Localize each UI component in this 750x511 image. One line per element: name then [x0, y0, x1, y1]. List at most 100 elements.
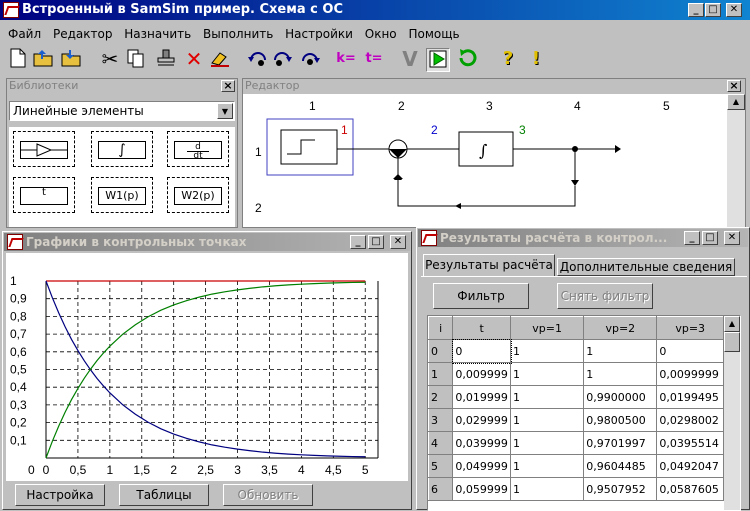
table-cell[interactable]: 0,029999: [452, 408, 512, 432]
new-file-icon[interactable]: [6, 48, 30, 72]
table-cell[interactable]: 0,049999: [452, 454, 512, 478]
tab-additional-info[interactable]: Дополнительные сведения: [557, 258, 735, 276]
tab-results[interactable]: Результаты расчёта: [423, 254, 555, 276]
transfer-w1-block[interactable]: W1(p): [91, 177, 153, 213]
table-cell[interactable]: 1: [583, 362, 658, 386]
editor-close-button[interactable]: ×: [727, 80, 741, 92]
table-cell[interactable]: 0,0492047: [656, 454, 724, 478]
results-minimize-button[interactable]: _: [684, 231, 700, 245]
amplifier-block[interactable]: [13, 131, 75, 167]
filter-button[interactable]: Фильтр: [433, 283, 529, 309]
check-icon[interactable]: V: [398, 48, 422, 72]
table-cell[interactable]: 0,009999: [452, 362, 512, 386]
menu-assign[interactable]: Назначить: [120, 24, 195, 44]
table-row[interactable]: 6 0,059999 1 0,9507952 0,0587605: [428, 477, 724, 501]
column-header-i[interactable]: i: [428, 316, 454, 340]
table-cell[interactable]: 0,9701997: [583, 431, 658, 455]
table-row[interactable]: 2 0,019999 1 0,9900000 0,0199495: [428, 385, 724, 409]
main-titlebar[interactable]: Встроенный в SamSim пример. Схема с ОС _…: [0, 0, 750, 20]
table-cell[interactable]: 0,0199495: [656, 385, 724, 409]
table-cell[interactable]: 0,019999: [452, 385, 512, 409]
table-cell[interactable]: 1: [510, 339, 585, 363]
info-icon[interactable]: !: [524, 48, 548, 72]
differentiator-block[interactable]: d dt: [167, 131, 229, 167]
results-close-button[interactable]: ✕: [724, 231, 740, 245]
column-header-vp2[interactable]: vp=2: [583, 316, 658, 340]
table-cell[interactable]: 0,9507952: [583, 477, 658, 501]
save-folder-icon[interactable]: [60, 48, 84, 72]
table-cell[interactable]: 0,0298002: [656, 408, 724, 432]
menu-settings[interactable]: Настройки: [281, 24, 357, 44]
results-titlebar[interactable]: Результаты расчёта в контрол... _ □ ✕: [418, 229, 748, 247]
rotate-both-icon[interactable]: [298, 48, 322, 72]
graphs-minimize-button[interactable]: _: [350, 235, 366, 249]
menu-file[interactable]: Файл: [4, 24, 45, 44]
delay-block[interactable]: t: [13, 177, 75, 213]
integrator-block[interactable]: ∫: [91, 131, 153, 167]
graphs-titlebar[interactable]: Графики в контрольных точках _ □ ✕: [4, 233, 410, 251]
transfer-w2-block[interactable]: W2(p): [167, 177, 229, 213]
table-cell[interactable]: 0,9800500: [583, 408, 658, 432]
graph-area[interactable]: 0 0,5 1 1,5 2 2,5 3 3,5 4 4,5 5 0,1 0,2 0,3 0,4 0,5 0,6 0…: [6, 253, 408, 481]
refresh-button[interactable]: Обновить: [223, 484, 313, 506]
menu-help[interactable]: Помощь: [404, 24, 463, 44]
scroll-up-icon[interactable]: ▲: [727, 94, 745, 110]
minimize-button[interactable]: _: [688, 3, 704, 17]
results-scroll-up-icon[interactable]: ▲: [724, 316, 740, 332]
graphs-maximize-button[interactable]: □: [368, 235, 384, 249]
paste-stamp-icon[interactable]: [154, 48, 178, 72]
open-folder-icon[interactable]: [32, 48, 56, 72]
eraser-icon[interactable]: [208, 48, 232, 72]
table-cell[interactable]: 1: [510, 408, 585, 432]
column-header-vp3[interactable]: vp=3: [656, 316, 724, 340]
t-block-icon[interactable]: t=: [362, 48, 386, 72]
results-maximize-button[interactable]: □: [702, 231, 718, 245]
table-cell[interactable]: 0,9900000: [583, 385, 658, 409]
k-block-icon[interactable]: k=: [334, 48, 358, 72]
table-cell[interactable]: 0: [656, 339, 724, 363]
delete-icon[interactable]: ✕: [182, 48, 206, 72]
cut-icon[interactable]: ✂: [98, 48, 122, 72]
settings-button[interactable]: Настройка: [15, 484, 105, 506]
copy-icon[interactable]: [124, 48, 148, 72]
dropdown-arrow-icon[interactable]: ▼: [217, 103, 233, 119]
editor-canvas[interactable]: 1 2 3 4 5 1 2 1 2 ∫ 3: [243, 94, 727, 227]
table-row[interactable]: 5 0,049999 1 0,9604485 0,0492047: [428, 454, 724, 478]
table-cell[interactable]: 1: [510, 477, 585, 501]
table-cell[interactable]: 1: [583, 339, 658, 363]
table-cell[interactable]: 0,039999: [452, 431, 512, 455]
results-scroll-thumb[interactable]: [724, 332, 740, 352]
menu-run[interactable]: Выполнить: [199, 24, 277, 44]
table-cell[interactable]: 0,0099999: [656, 362, 724, 386]
run-icon[interactable]: [426, 48, 450, 72]
table-cell[interactable]: 1: [510, 454, 585, 478]
help-icon[interactable]: ?: [496, 48, 520, 72]
rotate-left-icon[interactable]: [246, 48, 270, 72]
refresh-icon[interactable]: [456, 48, 480, 72]
results-vscrollbar[interactable]: ▲: [724, 316, 740, 510]
clear-filter-button[interactable]: Снять фильтр: [557, 283, 653, 309]
table-row[interactable]: 3 0,029999 1 0,9800500 0,0298002: [428, 408, 724, 432]
graphs-close-button[interactable]: ✕: [390, 235, 406, 249]
rotate-right-icon[interactable]: [270, 48, 294, 72]
table-row[interactable]: 4 0,039999 1 0,9701997 0,0395514: [428, 431, 724, 455]
tables-button[interactable]: Таблицы: [119, 484, 209, 506]
table-row[interactable]: 1 0,009999 1 1 0,0099999: [428, 362, 724, 386]
maximize-button[interactable]: □: [705, 3, 721, 17]
menu-editor[interactable]: Редактор: [49, 24, 116, 44]
table-cell[interactable]: 1: [510, 385, 585, 409]
table-cell[interactable]: 1: [510, 431, 585, 455]
table-cell[interactable]: 1: [510, 362, 585, 386]
table-row[interactable]: 00110: [428, 338, 724, 364]
library-select[interactable]: Линейные элементы ▼: [9, 101, 235, 121]
table-cell[interactable]: 0,0587605: [656, 477, 724, 501]
table-cell[interactable]: 0,9604485: [583, 454, 658, 478]
column-header-vp1[interactable]: vp=1: [510, 316, 585, 340]
editor-vscrollbar[interactable]: ▲: [727, 94, 745, 227]
close-button[interactable]: ✕: [726, 3, 742, 17]
column-header-t[interactable]: t: [452, 316, 512, 340]
table-cell[interactable]: 0,0395514: [656, 431, 724, 455]
table-cell[interactable]: 0,059999: [452, 477, 512, 501]
menu-window[interactable]: Окно: [361, 24, 401, 44]
table-cell[interactable]: 0: [451, 338, 512, 364]
